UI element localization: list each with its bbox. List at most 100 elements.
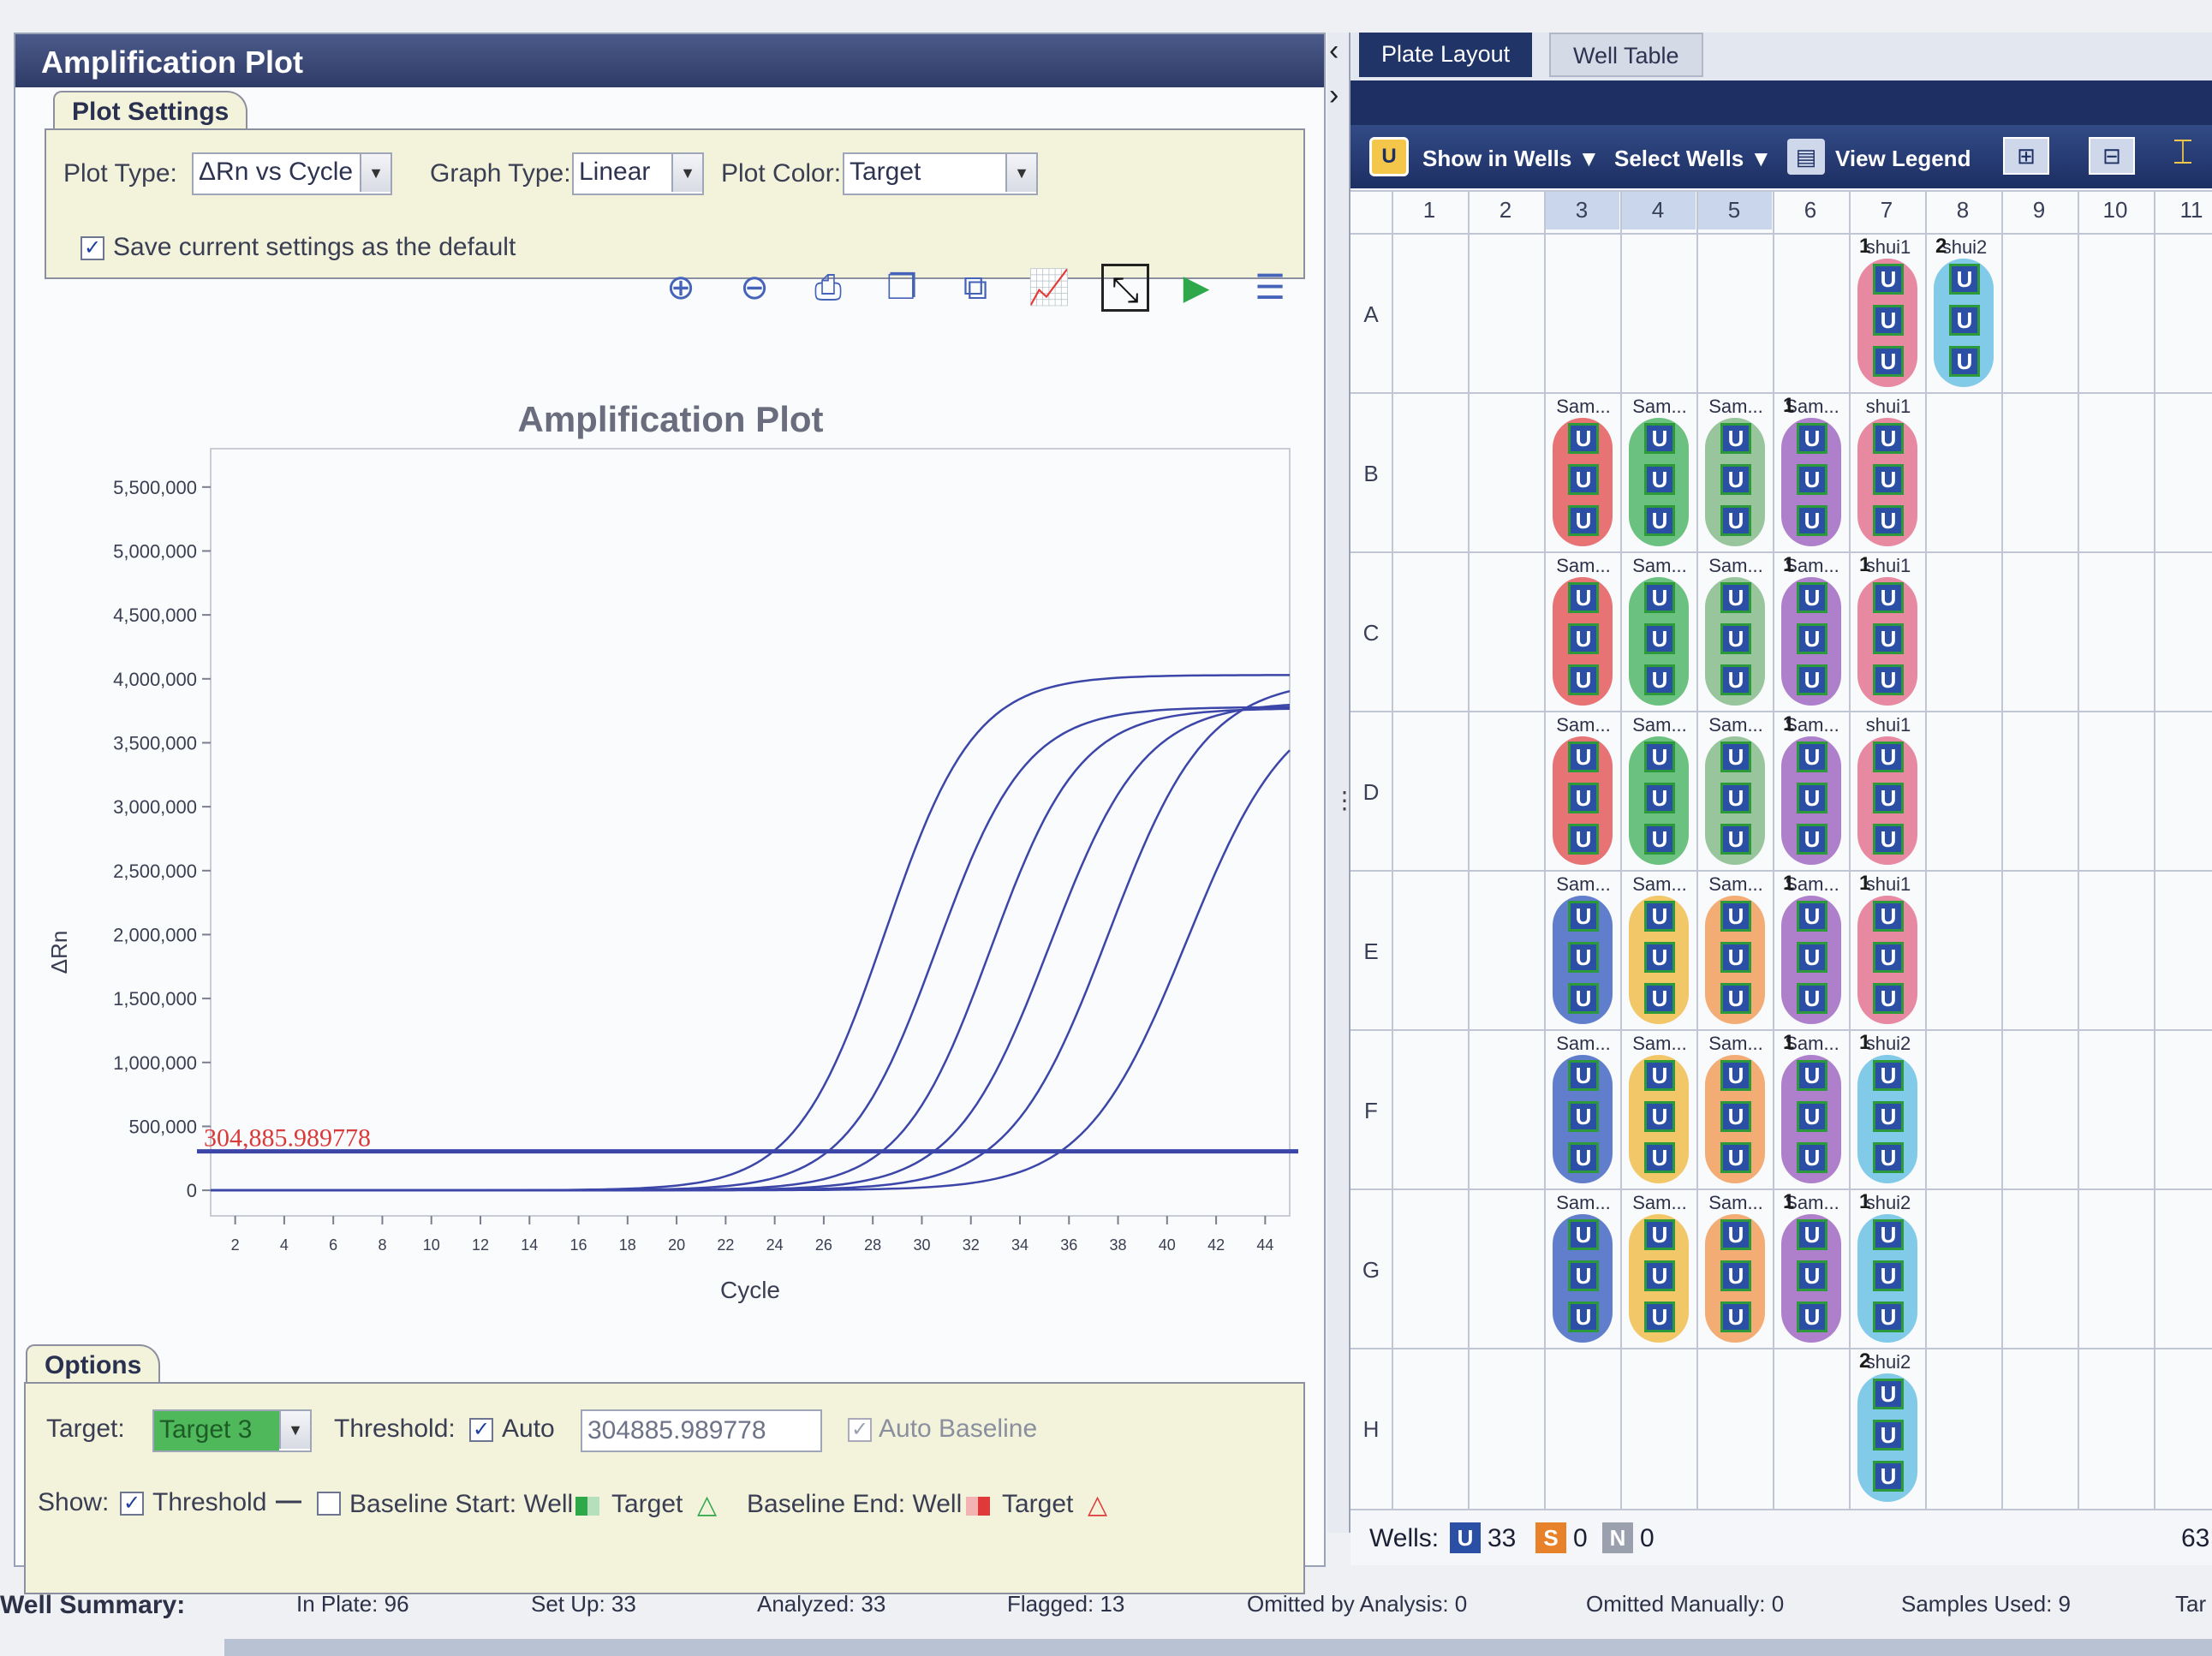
column-header-3[interactable]: 3 xyxy=(1544,190,1619,229)
row-header-H[interactable]: H xyxy=(1354,1416,1388,1443)
row-header-A[interactable]: A xyxy=(1354,301,1388,328)
well-flag-icon: 2 xyxy=(1935,235,1947,258)
plate-well[interactable]: shui1 1 U U U xyxy=(1851,235,1923,390)
plate-well[interactable]: Sam... U U U xyxy=(1546,396,1618,550)
tab-well-table[interactable]: Well Table xyxy=(1549,33,1703,77)
plate-well[interactable]: Sam... U U U xyxy=(1622,1192,1694,1346)
column-header-5[interactable]: 5 xyxy=(1696,190,1772,229)
plate-well[interactable]: Sam... U U U xyxy=(1622,1033,1694,1187)
plate-well[interactable]: shui2 2 U U U xyxy=(1927,235,1999,390)
row-header-G[interactable]: G xyxy=(1354,1257,1388,1284)
plate-well[interactable]: shui1 U U U xyxy=(1851,714,1923,868)
list-icon[interactable]: ☰ xyxy=(1249,264,1291,312)
unknown-task-icon: U xyxy=(1644,824,1675,855)
show-baseline-checkbox[interactable] xyxy=(317,1492,341,1516)
zoom-in-icon[interactable]: ⊕ xyxy=(659,264,702,312)
print-icon[interactable]: ⎙ xyxy=(807,264,850,312)
column-header-11[interactable]: 11 xyxy=(2154,190,2212,229)
plate-well[interactable]: Sam... U U U xyxy=(1546,714,1618,868)
export-icon[interactable]: ⧉ xyxy=(954,264,997,312)
row-header-B[interactable]: B xyxy=(1354,461,1388,487)
select-wells-button[interactable]: Select Wells ▼ xyxy=(1614,146,1772,172)
panel-splitter[interactable]: ‹ › ⋮ xyxy=(1327,33,1356,1533)
unknown-task-icon: U xyxy=(1873,623,1904,654)
plate-well[interactable]: shui2 1 U U U xyxy=(1851,1031,1923,1187)
plate-well[interactable]: Sam... U U U xyxy=(1698,1033,1770,1187)
column-header-8[interactable]: 8 xyxy=(1925,190,2000,229)
plate-well[interactable]: Sam... U U U xyxy=(1698,555,1770,709)
plate-well[interactable]: Sam... 1 U U U xyxy=(1774,1031,1846,1187)
auto-threshold-checkbox[interactable]: ✓ xyxy=(469,1418,493,1442)
plate-well[interactable]: Sam... U U U xyxy=(1698,396,1770,550)
chevron-down-icon[interactable]: ▼ xyxy=(360,154,391,192)
plate-well[interactable]: Sam... 1 U U U xyxy=(1774,553,1846,709)
target-select[interactable]: Target 3 ▼ xyxy=(152,1409,312,1452)
plate-well[interactable]: Sam... 1 U U U xyxy=(1774,712,1846,868)
row-header-F[interactable]: F xyxy=(1354,1098,1388,1124)
show-threshold-checkbox[interactable]: ✓ xyxy=(120,1492,144,1516)
x-tick-label: 36 xyxy=(1060,1236,1077,1254)
plate-well[interactable]: shui1 U U U xyxy=(1851,396,1923,550)
plate-well[interactable]: Sam... U U U xyxy=(1546,555,1618,709)
copy-icon[interactable]: ❐ xyxy=(880,264,923,312)
plate-well[interactable]: Sam... U U U xyxy=(1698,714,1770,868)
row-header-E[interactable]: E xyxy=(1354,938,1388,965)
graph-type-select[interactable]: Linear ▼ xyxy=(572,152,704,195)
chevron-down-icon[interactable]: ▼ xyxy=(671,154,702,192)
line-chart-icon[interactable]: 📈 xyxy=(1028,264,1070,312)
tab-plate-layout[interactable]: Plate Layout xyxy=(1359,33,1533,77)
plate-well[interactable]: Sam... U U U xyxy=(1546,873,1618,1028)
plot-color-select[interactable]: Target ▼ xyxy=(843,152,1038,195)
resize-icon[interactable]: ⌶ xyxy=(2173,134,2207,178)
plate-well[interactable]: Sam... U U U xyxy=(1698,873,1770,1028)
zoom-out-icon[interactable]: ⊖ xyxy=(733,264,776,312)
column-header-6[interactable]: 6 xyxy=(1773,190,1848,229)
save-default-checkbox[interactable]: ✓ xyxy=(80,236,104,260)
x-tick-label: 42 xyxy=(1207,1236,1225,1254)
column-header-1[interactable]: 1 xyxy=(1392,190,1467,229)
plate-well[interactable]: Sam... U U U xyxy=(1622,396,1694,550)
plot-color-value: Target xyxy=(850,158,921,186)
play-icon[interactable]: ▶ xyxy=(1175,264,1218,312)
show-in-wells-icon[interactable]: U xyxy=(1369,137,1409,176)
show-in-wells-button[interactable]: Show in Wells ▼ xyxy=(1422,146,1600,172)
unknown-task-icon: U xyxy=(1873,1260,1904,1291)
row-header-D[interactable]: D xyxy=(1354,779,1388,806)
column-header-7[interactable]: 7 xyxy=(1849,190,1924,229)
expand-icon[interactable]: ⤡ xyxy=(1101,264,1149,312)
plate-well[interactable]: shui2 2 U U U xyxy=(1851,1349,1923,1505)
row-header-C[interactable]: C xyxy=(1354,620,1388,646)
chevron-down-icon[interactable]: ▼ xyxy=(279,1411,310,1449)
column-header-4[interactable]: 4 xyxy=(1620,190,1696,229)
chevron-down-icon[interactable]: ▼ xyxy=(1005,154,1036,192)
column-header-2[interactable]: 2 xyxy=(1468,190,1543,229)
plate-well[interactable]: Sam... U U U xyxy=(1698,1192,1770,1346)
plate-well[interactable]: Sam... 1 U U U xyxy=(1774,1190,1846,1346)
view-legend-button[interactable]: View Legend xyxy=(1835,146,1971,172)
plate-well[interactable]: Sam... U U U xyxy=(1622,714,1694,868)
plate-well[interactable]: Sam... 1 U U U xyxy=(1774,394,1846,550)
plate-well[interactable]: Sam... U U U xyxy=(1546,1192,1618,1346)
tab-underline xyxy=(1350,80,2212,125)
bottom-scrollbar[interactable] xyxy=(224,1639,2212,1656)
collapse-left-icon[interactable]: ‹ xyxy=(1329,34,1339,68)
column-header-9[interactable]: 9 xyxy=(2001,190,2077,229)
plate-well[interactable]: Sam... 1 U U U xyxy=(1774,872,1846,1028)
expand-right-icon[interactable]: › xyxy=(1329,79,1339,112)
plate-well[interactable]: Sam... U U U xyxy=(1622,873,1694,1028)
threshold-input[interactable] xyxy=(581,1409,822,1452)
panel-title: Amplification Plot xyxy=(15,34,1324,87)
unknown-task-icon: U xyxy=(1644,664,1675,695)
legend-icon[interactable]: ▤ xyxy=(1787,139,1825,175)
zoom-plate-out-icon[interactable]: ⊟ xyxy=(2089,137,2135,175)
column-header-10[interactable]: 10 xyxy=(2078,190,2153,229)
plate-well[interactable]: shui2 1 U U U xyxy=(1851,1190,1923,1346)
zoom-plate-in-icon[interactable]: ⊞ xyxy=(2003,137,2049,175)
auto-baseline-checkbox[interactable]: ✓ xyxy=(848,1418,872,1442)
plot-type-select[interactable]: ΔRn vs Cycle ▼ xyxy=(192,152,392,195)
plate-well[interactable]: shui1 1 U U U xyxy=(1851,872,1923,1028)
plate-well[interactable]: Sam... U U U xyxy=(1546,1033,1618,1187)
plate-well[interactable]: shui1 1 U U U xyxy=(1851,553,1923,709)
flagged-count: Flagged: 13 xyxy=(1007,1591,1125,1617)
plate-well[interactable]: Sam... U U U xyxy=(1622,555,1694,709)
